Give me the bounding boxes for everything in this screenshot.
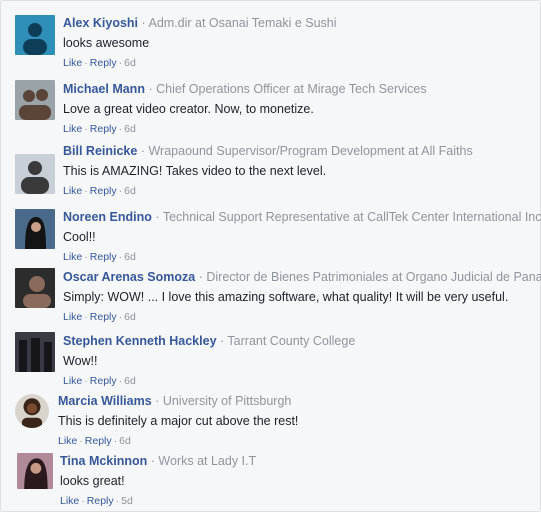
like-link[interactable]: Like xyxy=(63,123,82,135)
separator: · xyxy=(198,270,203,284)
commenter-title: Tarrant County College xyxy=(227,334,356,348)
separator: · xyxy=(118,185,123,197)
like-link[interactable]: Like xyxy=(63,185,82,197)
like-link[interactable]: Like xyxy=(60,495,79,507)
like-link[interactable]: Like xyxy=(63,375,82,387)
comment-age[interactable]: 5d xyxy=(121,495,133,507)
separator: · xyxy=(84,251,88,263)
comment-age[interactable]: 6d xyxy=(124,185,136,197)
commenter-title: Adm.dir at Osanai Temaki e Sushi xyxy=(148,16,337,30)
commenter-title: Works at Lady I.T xyxy=(158,454,257,468)
commenter-name[interactable]: Marcia Williams xyxy=(58,394,152,408)
commenter-name[interactable]: Tina Mckinnon xyxy=(60,454,147,468)
avatar[interactable] xyxy=(15,80,55,120)
comment-age[interactable]: 6d xyxy=(124,57,136,69)
commenter-name[interactable]: Oscar Arenas Somoza xyxy=(63,270,195,284)
separator: · xyxy=(84,185,88,197)
separator: · xyxy=(150,454,155,468)
avatar[interactable] xyxy=(15,394,49,428)
avatar[interactable] xyxy=(15,268,55,308)
separator: · xyxy=(155,210,160,224)
commenter-title: Chief Operations Officer at Mirage Tech … xyxy=(156,82,427,96)
separator: · xyxy=(115,495,120,507)
avatar[interactable] xyxy=(15,154,55,194)
separator: · xyxy=(81,495,85,507)
commenter-title: Wrapaound Supervisor/Program Development… xyxy=(148,144,473,158)
separator: · xyxy=(79,435,83,447)
separator: · xyxy=(118,57,123,69)
separator: · xyxy=(155,394,160,408)
separator: · xyxy=(84,123,88,135)
comment-text: Simply: WOW! ... I love this amazing sof… xyxy=(63,290,509,304)
comment-age[interactable]: 6d xyxy=(124,251,136,263)
comment-age[interactable]: 6d xyxy=(124,375,136,387)
commenter-name[interactable]: Michael Mann xyxy=(63,82,145,96)
commenter-title: Director de Bienes Patrimoniales at Orga… xyxy=(206,270,541,284)
avatar[interactable] xyxy=(15,15,55,55)
comment-age[interactable]: 6d xyxy=(124,311,136,323)
avatar[interactable] xyxy=(15,209,55,249)
comment-age[interactable]: 6d xyxy=(119,435,131,447)
comment-age[interactable]: 6d xyxy=(124,123,136,135)
reply-link[interactable]: Reply xyxy=(90,185,117,197)
comment-text: This is AMAZING! Takes video to the next… xyxy=(63,164,327,178)
separator: · xyxy=(148,82,153,96)
like-link[interactable]: Like xyxy=(63,57,82,69)
reply-link[interactable]: Reply xyxy=(90,375,117,387)
comment-text: looks awesome xyxy=(63,36,150,50)
avatar[interactable] xyxy=(15,332,55,372)
reply-link[interactable]: Reply xyxy=(90,251,117,263)
separator: · xyxy=(141,16,146,30)
separator: · xyxy=(118,251,123,263)
reply-link[interactable]: Reply xyxy=(90,123,117,135)
like-link[interactable]: Like xyxy=(58,435,77,447)
separator: · xyxy=(84,311,88,323)
comment-text: Love a great video creator. Now, to mone… xyxy=(63,102,314,116)
separator: · xyxy=(220,334,225,348)
separator: · xyxy=(118,375,123,387)
commenter-name[interactable]: Noreen Endino xyxy=(63,210,152,224)
comment-text: Wow!! xyxy=(63,354,98,368)
separator: · xyxy=(140,144,145,158)
like-link[interactable]: Like xyxy=(63,311,82,323)
commenter-title: Technical Support Representative at Call… xyxy=(162,210,541,224)
reply-link[interactable]: Reply xyxy=(90,311,117,323)
reply-link[interactable]: Reply xyxy=(87,495,114,507)
separator: · xyxy=(84,375,88,387)
separator: · xyxy=(118,311,123,323)
reply-link[interactable]: Reply xyxy=(85,435,112,447)
comment-text: Cool!! xyxy=(63,230,96,244)
separator: · xyxy=(84,57,88,69)
separator: · xyxy=(118,123,123,135)
comment-text: looks great! xyxy=(60,474,125,488)
like-link[interactable]: Like xyxy=(63,251,82,263)
avatar[interactable] xyxy=(17,453,53,489)
comment-text: This is definitely a major cut above the… xyxy=(58,414,299,428)
separator: · xyxy=(113,435,118,447)
commenter-name[interactable]: Bill Reinicke xyxy=(63,144,137,158)
commenter-name[interactable]: Alex Kiyoshi xyxy=(63,16,138,30)
comments-panel: Alex Kiyoshi · Adm.dir at Osanai Temaki … xyxy=(0,0,541,512)
commenter-name[interactable]: Stephen Kenneth Hackley xyxy=(63,334,217,348)
commenter-title: University of Pittsburgh xyxy=(162,394,292,408)
reply-link[interactable]: Reply xyxy=(90,57,117,69)
